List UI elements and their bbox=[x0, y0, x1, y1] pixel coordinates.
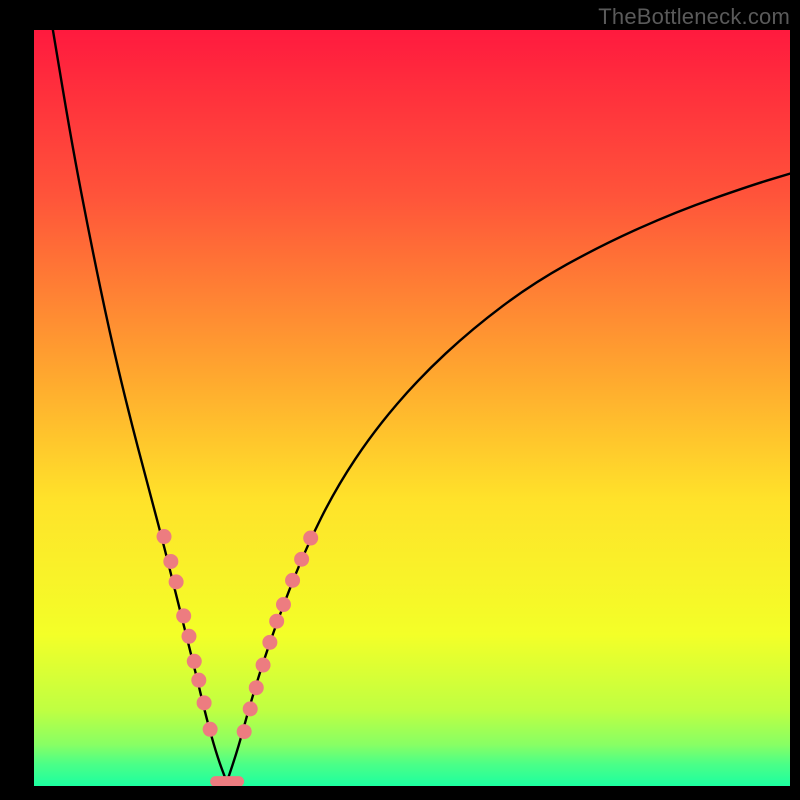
left-dot bbox=[203, 722, 218, 737]
chart-frame: TheBottleneck.com bbox=[0, 0, 800, 800]
left-dot bbox=[176, 608, 191, 623]
chart-plot-area bbox=[34, 30, 790, 786]
left-dot bbox=[163, 554, 178, 569]
left-dot bbox=[157, 529, 172, 544]
right-dot bbox=[269, 614, 284, 629]
right-dot bbox=[249, 680, 264, 695]
right-dot bbox=[276, 597, 291, 612]
chart-background bbox=[34, 30, 790, 786]
left-dot bbox=[197, 695, 212, 710]
right-dot bbox=[237, 724, 252, 739]
right-dot bbox=[294, 552, 309, 567]
chart-svg bbox=[34, 30, 790, 786]
left-dot bbox=[169, 574, 184, 589]
left-dot bbox=[187, 654, 202, 669]
right-dot bbox=[256, 658, 271, 673]
watermark-text: TheBottleneck.com bbox=[598, 4, 790, 30]
left-dot bbox=[181, 629, 196, 644]
right-dot bbox=[262, 635, 277, 650]
right-dot bbox=[243, 701, 258, 716]
right-dot bbox=[285, 573, 300, 588]
left-dot bbox=[191, 673, 206, 688]
optimum-bar bbox=[210, 776, 244, 786]
right-dot bbox=[303, 531, 318, 546]
